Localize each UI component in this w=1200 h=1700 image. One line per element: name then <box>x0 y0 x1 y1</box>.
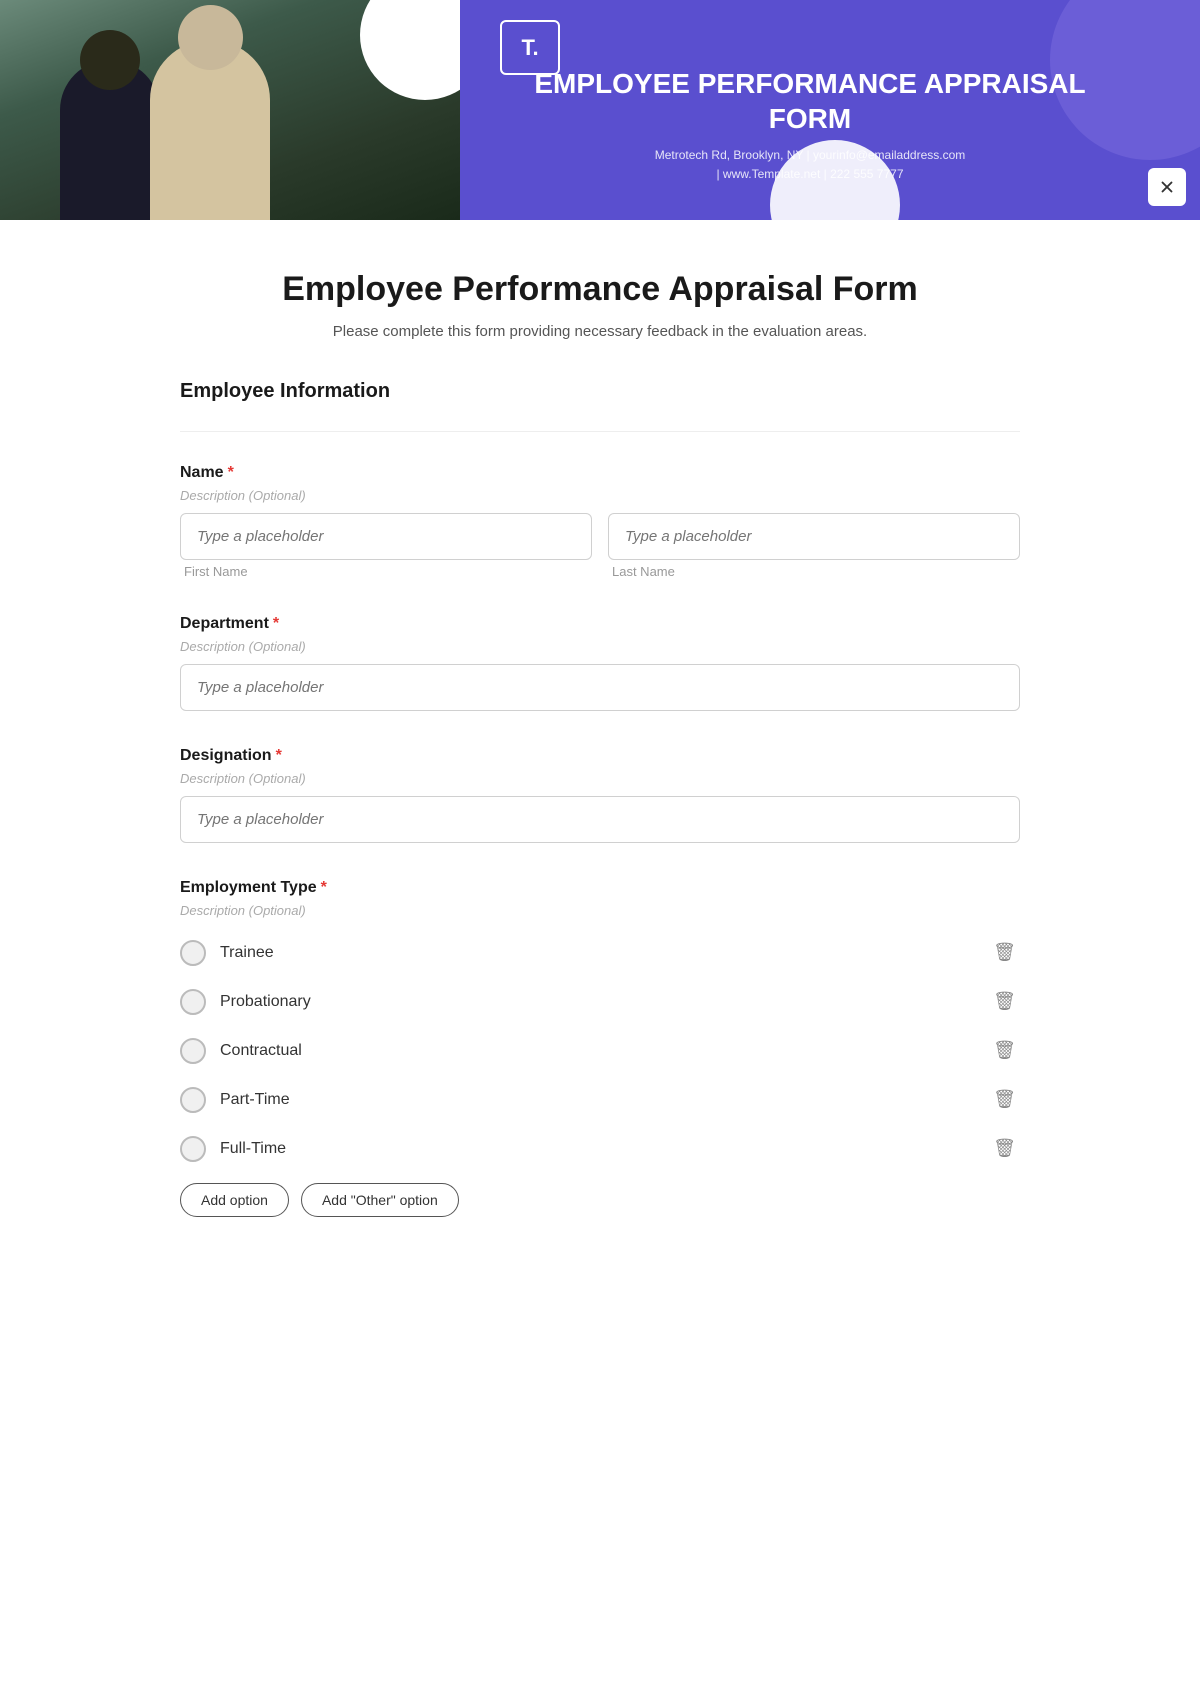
name-label: Name * <box>180 464 1020 482</box>
radio-circle-3[interactable] <box>180 1087 206 1113</box>
radio-left-1: Probationary <box>180 989 311 1015</box>
designation-label: Designation * <box>180 747 1020 765</box>
employment-type-description: Description (Optional) <box>180 903 1020 918</box>
radio-label-0: Trainee <box>220 944 274 962</box>
name-required-star: * <box>228 464 234 482</box>
designation-input[interactable] <box>180 796 1020 843</box>
form-subtitle: Please complete this form providing nece… <box>180 323 1020 340</box>
radio-option-full-time: Full-Time 🗑 <box>180 1124 1020 1173</box>
person-left-head <box>80 30 140 90</box>
radio-option-part-time: Part-Time 🗑 <box>180 1075 1020 1124</box>
person-right-silhouette <box>150 40 270 220</box>
section-divider <box>180 431 1020 432</box>
header-title: EMPLOYEE PERFORMANCE APPRAISAL FORM <box>500 66 1120 136</box>
header-address: Metrotech Rd, Brooklyn, NY | yourinfo@em… <box>655 146 966 184</box>
delete-option-button-4[interactable]: 🗑 <box>989 1134 1020 1163</box>
name-sublabel-row: First Name Last Name <box>180 564 1020 579</box>
radio-circle-1[interactable] <box>180 989 206 1015</box>
field-group-employment-type: Employment Type * Description (Optional)… <box>180 879 1020 1217</box>
delete-option-button-1[interactable]: 🗑 <box>989 987 1020 1016</box>
radio-label-4: Full-Time <box>220 1140 286 1158</box>
add-option-row: Add option Add "Other" option <box>180 1183 1020 1217</box>
person-right-head <box>178 5 243 70</box>
radio-option-contractual: Contractual 🗑 <box>180 1026 1020 1075</box>
field-group-department: Department * Description (Optional) <box>180 615 1020 711</box>
delete-option-button-3[interactable]: 🗑 <box>989 1085 1020 1114</box>
radio-label-3: Part-Time <box>220 1091 290 1109</box>
add-option-button[interactable]: Add option <box>180 1183 289 1217</box>
radio-option-trainee: Trainee 🗑 <box>180 928 1020 977</box>
field-group-name: Name * Description (Optional) First Name… <box>180 464 1020 579</box>
name-description: Description (Optional) <box>180 488 1020 503</box>
close-button-banner[interactable] <box>1148 168 1186 206</box>
add-other-option-button[interactable]: Add "Other" option <box>301 1183 459 1217</box>
header-photo: × <box>0 0 460 220</box>
radio-left-4: Full-Time <box>180 1136 286 1162</box>
section-employee-info-title: Employee Information <box>180 380 1020 403</box>
radio-left-3: Part-Time <box>180 1087 290 1113</box>
delete-option-button-0[interactable]: 🗑 <box>989 938 1020 967</box>
last-name-input[interactable] <box>608 513 1020 560</box>
field-group-designation: Designation * Description (Optional) <box>180 747 1020 843</box>
close-button-photo[interactable]: × <box>439 8 452 34</box>
header-right: T. EMPLOYEE PERFORMANCE APPRAISAL FORM M… <box>460 0 1200 220</box>
radio-left-0: Trainee <box>180 940 274 966</box>
radio-label-2: Contractual <box>220 1042 302 1060</box>
radio-option-probationary: Probationary 🗑 <box>180 977 1020 1026</box>
radio-options-list: Trainee 🗑 Probationary 🗑 Contractual 🗑 P… <box>180 928 1020 1173</box>
department-input[interactable] <box>180 664 1020 711</box>
employment-type-required-star: * <box>321 879 327 897</box>
department-label: Department * <box>180 615 1020 633</box>
radio-label-1: Probationary <box>220 993 311 1011</box>
form-title: Employee Performance Appraisal Form <box>180 270 1020 309</box>
header-banner: × T. EMPLOYEE PERFORMANCE APPRAISAL FORM… <box>0 0 1200 220</box>
name-input-row <box>180 513 1020 560</box>
radio-circle-2[interactable] <box>180 1038 206 1064</box>
radio-circle-4[interactable] <box>180 1136 206 1162</box>
designation-description: Description (Optional) <box>180 771 1020 786</box>
delete-option-button-2[interactable]: 🗑 <box>989 1036 1020 1065</box>
department-description: Description (Optional) <box>180 639 1020 654</box>
first-name-input[interactable] <box>180 513 592 560</box>
radio-circle-0[interactable] <box>180 940 206 966</box>
last-name-sublabel: Last Name <box>608 564 1020 579</box>
form-container: Employee Performance Appraisal Form Plea… <box>0 220 1200 1700</box>
employment-type-label: Employment Type * <box>180 879 1020 897</box>
designation-required-star: * <box>276 747 282 765</box>
radio-left-2: Contractual <box>180 1038 302 1064</box>
department-required-star: * <box>273 615 279 633</box>
person-left-silhouette <box>60 60 160 220</box>
first-name-sublabel: First Name <box>180 564 592 579</box>
